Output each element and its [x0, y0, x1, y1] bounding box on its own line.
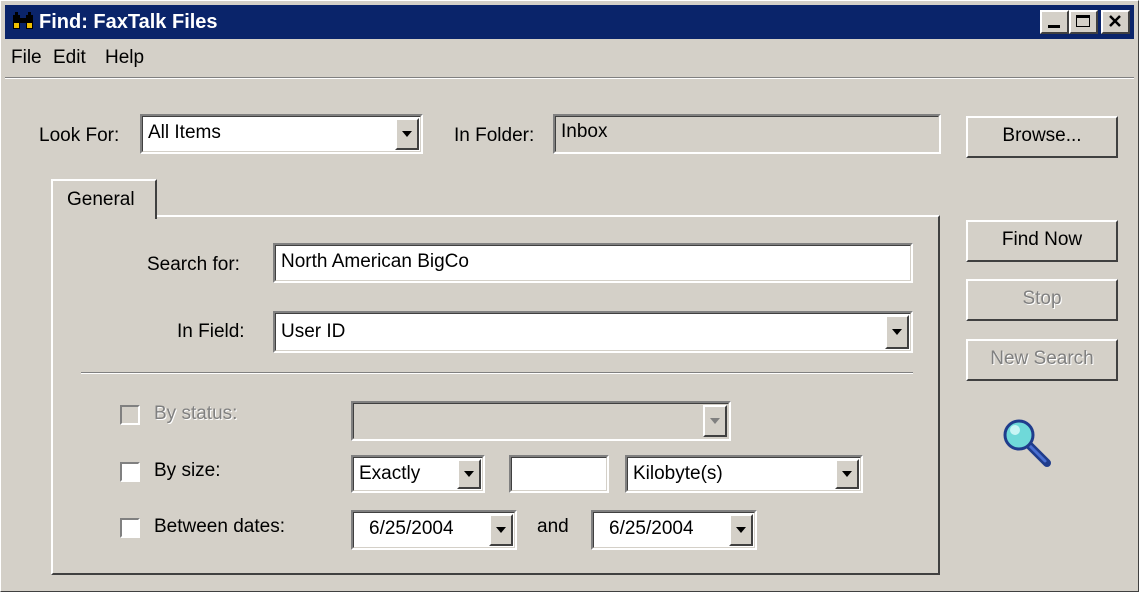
- by-size-label: By size:: [154, 460, 221, 481]
- by-status-select[interactable]: [351, 401, 731, 441]
- find-now-button[interactable]: Find Now: [966, 220, 1118, 262]
- stop-button[interactable]: Stop: [966, 279, 1118, 321]
- by-status-label: By status:: [154, 403, 238, 424]
- size-unit-value: Kilobyte(s): [633, 463, 723, 484]
- date-from-picker[interactable]: 6/25/2004: [351, 510, 517, 550]
- chevron-down-icon: [842, 471, 852, 477]
- look-for-dropdown-button[interactable]: [395, 118, 419, 150]
- browse-button[interactable]: Browse...: [966, 116, 1118, 158]
- in-folder-label: In Folder:: [454, 125, 535, 146]
- search-for-value: North American BigCo: [281, 251, 469, 272]
- chevron-down-icon: [892, 329, 902, 335]
- new-search-button[interactable]: New Search: [966, 339, 1118, 381]
- size-amount-input[interactable]: [509, 455, 609, 493]
- in-field-dropdown-button[interactable]: [885, 315, 909, 349]
- magnifier-icon: [1003, 419, 1051, 467]
- menu-file[interactable]: File: [11, 47, 42, 69]
- in-field-label: In Field:: [177, 321, 245, 342]
- search-for-input[interactable]: North American BigCo: [273, 243, 913, 283]
- between-dates-label: Between dates:: [154, 516, 285, 537]
- options-divider: [81, 372, 913, 374]
- and-label: and: [537, 516, 569, 537]
- size-compare-select[interactable]: Exactly: [351, 455, 485, 493]
- title-bar: Find: FaxTalk Files: [5, 5, 1134, 39]
- by-status-dropdown-button[interactable]: [703, 405, 727, 437]
- chevron-down-icon: [464, 471, 474, 477]
- maximize-button[interactable]: [1069, 10, 1098, 34]
- date-to-dropdown-button[interactable]: [729, 514, 753, 546]
- look-for-value: All Items: [148, 122, 221, 143]
- chevron-down-icon: [496, 527, 506, 533]
- date-from-dropdown-button[interactable]: [489, 514, 513, 546]
- look-for-label: Look For:: [39, 125, 120, 146]
- binoculars-icon: [13, 12, 33, 29]
- by-size-checkbox[interactable]: [120, 462, 140, 482]
- date-to-value: 6/25/2004: [609, 518, 694, 539]
- by-status-checkbox[interactable]: [120, 405, 140, 425]
- between-dates-checkbox[interactable]: [120, 518, 140, 538]
- in-folder-field: Inbox: [553, 114, 941, 154]
- size-compare-value: Exactly: [359, 463, 421, 484]
- in-folder-value: Inbox: [561, 121, 608, 142]
- chevron-down-icon: [736, 527, 746, 533]
- close-icon: [1109, 15, 1121, 27]
- size-compare-dropdown-button[interactable]: [457, 459, 481, 489]
- in-field-value: User ID: [281, 321, 346, 342]
- minimize-icon: [1048, 25, 1060, 28]
- look-for-select[interactable]: All Items: [140, 114, 423, 154]
- size-unit-select[interactable]: Kilobyte(s): [625, 455, 863, 493]
- menu-edit[interactable]: Edit: [53, 47, 86, 69]
- find-window: Find: FaxTalk Files File Edit Help Look …: [0, 0, 1139, 592]
- menu-bar: File Edit Help: [5, 43, 1134, 73]
- close-button[interactable]: [1101, 10, 1130, 34]
- maximize-icon: [1076, 15, 1090, 27]
- date-from-value: 6/25/2004: [369, 518, 454, 539]
- chevron-down-icon: [402, 131, 412, 137]
- tab-general[interactable]: General: [51, 179, 157, 219]
- size-unit-dropdown-button[interactable]: [835, 459, 859, 489]
- search-for-label: Search for:: [147, 254, 240, 275]
- in-field-select[interactable]: User ID: [273, 311, 913, 353]
- minimize-button[interactable]: [1040, 10, 1069, 34]
- menu-help[interactable]: Help: [105, 47, 144, 69]
- window-title: Find: FaxTalk Files: [39, 11, 218, 33]
- date-to-picker[interactable]: 6/25/2004: [591, 510, 757, 550]
- tab-general-label: General: [67, 189, 135, 210]
- menu-separator: [5, 77, 1134, 79]
- chevron-down-icon: [710, 418, 720, 424]
